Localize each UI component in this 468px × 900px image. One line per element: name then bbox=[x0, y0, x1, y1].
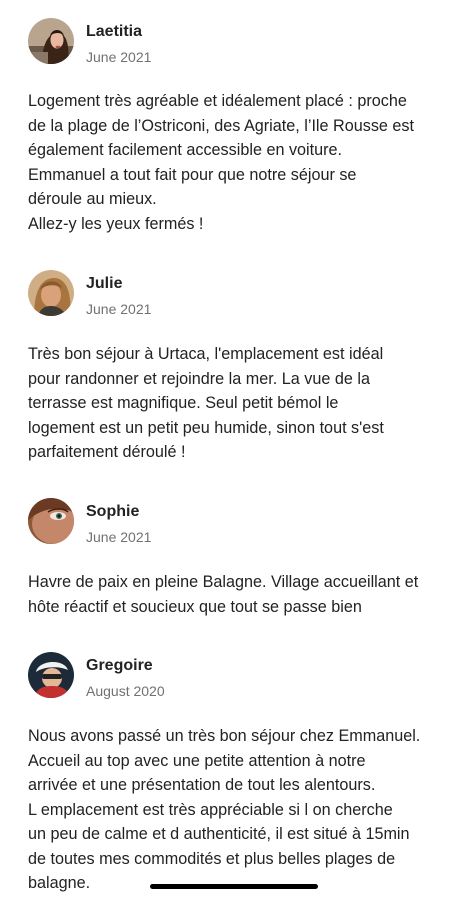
review-header: Gregoire August 2020 bbox=[28, 652, 448, 700]
review-date: June 2021 bbox=[86, 301, 152, 317]
review-date: June 2021 bbox=[86, 49, 152, 65]
review-header: Julie June 2021 bbox=[28, 270, 448, 318]
profile-photo-icon bbox=[28, 270, 74, 316]
review-author-name: Laetitia bbox=[86, 23, 143, 40]
review-item: Laetitia June 2021 Logement très agréabl… bbox=[28, 18, 448, 233]
review-date: August 2020 bbox=[86, 683, 165, 699]
avatar[interactable] bbox=[28, 18, 74, 64]
review-text: Nous avons passé un très bon séjour chez… bbox=[28, 727, 421, 892]
review-header: Laetitia June 2021 bbox=[28, 18, 448, 66]
review-text: Havre de paix en pleine Balagne. Village… bbox=[28, 573, 419, 616]
review-date: June 2021 bbox=[86, 529, 152, 545]
review-text: Très bon séjour à Urtaca, l'emplacement … bbox=[28, 345, 384, 461]
review-item: Sophie June 2021 Havre de paix en pleine… bbox=[28, 498, 448, 616]
profile-photo-icon bbox=[28, 498, 74, 544]
review-item: Gregoire August 2020 Nous avons passé un… bbox=[28, 652, 448, 892]
profile-photo-icon bbox=[28, 652, 74, 698]
review-header: Sophie June 2021 bbox=[28, 498, 448, 546]
home-indicator[interactable] bbox=[150, 884, 318, 889]
profile-photo-icon bbox=[28, 18, 74, 64]
review-author-name: Gregoire bbox=[86, 657, 153, 674]
avatar[interactable] bbox=[28, 498, 74, 544]
avatar[interactable] bbox=[28, 652, 74, 698]
review-item: Julie June 2021 Très bon séjour à Urtaca… bbox=[28, 270, 448, 461]
review-author-name: Sophie bbox=[86, 503, 140, 520]
review-text: Logement très agréable et idéalement pla… bbox=[28, 92, 415, 233]
avatar[interactable] bbox=[28, 270, 74, 316]
review-author-name: Julie bbox=[86, 275, 123, 292]
